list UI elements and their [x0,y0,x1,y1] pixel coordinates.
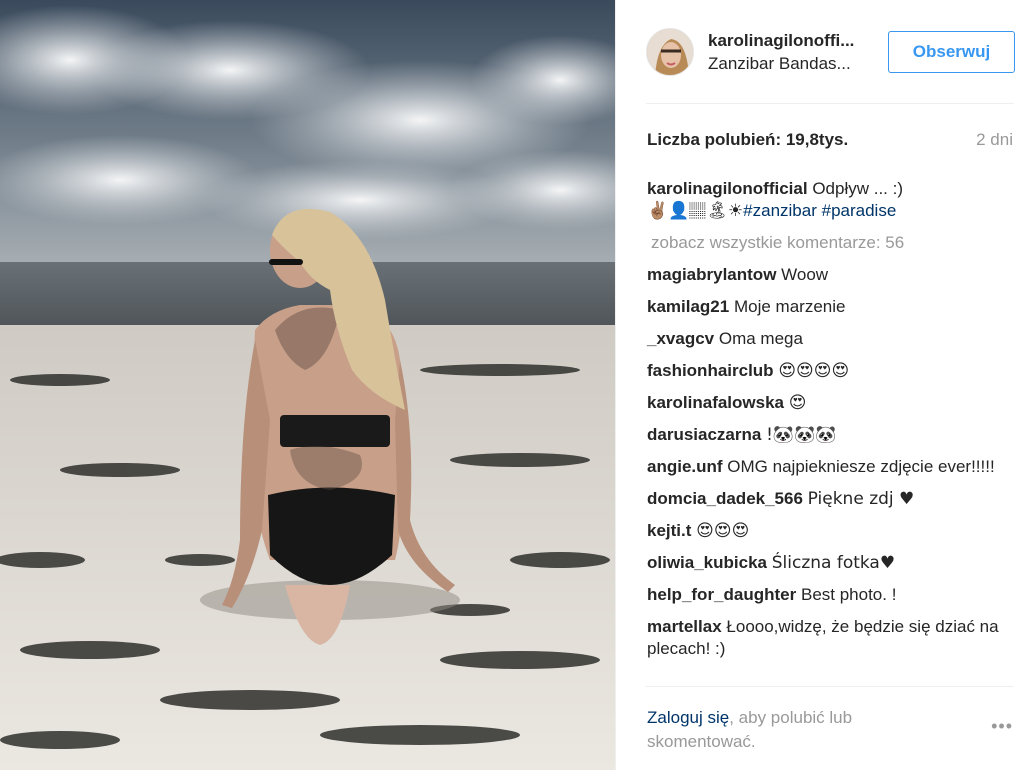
comment-text: !🐼🐼🐼 [766,425,837,445]
comment-text: Woow [781,265,829,284]
comment: kejti.t 😍😍😍 [647,520,1015,542]
comment-username[interactable]: help_for_daughter [647,585,796,604]
comment: darusiaczarna !🐼🐼🐼 [647,424,1015,446]
login-link[interactable]: Zaloguj się [647,708,729,727]
comments-list: karolinagilonofficial Odpływ ... :) ✌🏽👤🏽… [647,178,1015,670]
comment-text: 😍😍😍 [696,521,750,541]
post-header: karolinagilonoffi... Zanzibar Bandas... … [616,0,1024,103]
comment-username[interactable]: karolinafalowska [647,393,784,412]
comment-text: OMG najpiekniesze zdjęcie ever!!!!! [727,457,995,476]
avatar[interactable] [646,28,694,76]
comment-username[interactable]: fashionhairclub [647,361,774,380]
comment-text: Moje marzenie [733,297,846,316]
comment-text: Piękne zdj ♥ [807,489,915,509]
comment-username[interactable]: magiabrylantow [647,265,776,284]
comment-username[interactable]: kamilag21 [647,297,729,316]
beach-photo-illustration [0,0,615,770]
post-time[interactable]: 2 dni [976,130,1013,150]
comment: oliwia_kubicka Śliczna fotka♥ [647,552,1015,574]
post-username[interactable]: karolinagilonoffi... [708,31,854,51]
hashtag-zanzibar[interactable]: #zanzibar [743,201,817,220]
comment: karolinafalowska 😍 [647,392,1015,414]
caption-text: Odpływ ... :) [812,179,904,198]
comment: angie.unf OMG najpiekniesze zdjęcie ever… [647,456,1015,478]
hashtag-paradise[interactable]: #paradise [822,201,897,220]
caption-emoji: ✌🏽👤🏽🏝☀ [647,201,744,221]
comment-text: 😍 [788,393,807,413]
divider [646,103,1014,104]
likes-count[interactable]: Liczba polubień: 19,8tys. [647,130,848,150]
divider [646,686,1014,687]
more-options-icon[interactable]: ••• [991,716,1013,737]
comment: magiabrylantow Woow [647,264,1015,286]
comment: domcia_dadek_566 Piękne zdj ♥ [647,488,1015,510]
comment-text: Best photo. ! [800,585,897,604]
comment-username[interactable]: martellax [647,617,722,636]
comment: help_for_daughter Best photo. ! [647,584,1015,606]
comment-username[interactable]: darusiaczarna [647,425,761,444]
post-sidebar: karolinagilonoffi... Zanzibar Bandas... … [615,0,1024,770]
post-location[interactable]: Zanzibar Bandas... [708,54,851,74]
caption: karolinagilonofficial Odpływ ... :) ✌🏽👤🏽… [647,178,1015,222]
comment: _xvagcv Oma mega [647,328,1015,350]
login-prompt: Zaloguj się, aby polubić lub skomentować… [647,706,937,754]
post-photo [0,0,615,770]
comment-text: 😍😍😍😍 [778,361,850,381]
caption-username[interactable]: karolinagilonofficial [647,179,808,198]
comment-username[interactable]: kejti.t [647,521,691,540]
comment-text: Śliczna fotka♥ [771,553,896,573]
comment-username[interactable]: angie.unf [647,457,723,476]
comment: martellax Łoooo,widzę, że będzie się dzi… [647,616,1015,660]
avatar-image [647,29,693,75]
comment-username[interactable]: oliwia_kubicka [647,553,767,572]
view-all-comments-link[interactable]: zobacz wszystkie komentarze: 56 [651,232,1015,254]
comment-username[interactable]: _xvagcv [647,329,714,348]
follow-button[interactable]: Obserwuj [888,31,1015,73]
comment: kamilag21 Moje marzenie [647,296,1015,318]
comment-username[interactable]: domcia_dadek_566 [647,489,803,508]
comment: fashionhairclub 😍😍😍😍 [647,360,1015,382]
comment-text: Oma mega [718,329,803,348]
